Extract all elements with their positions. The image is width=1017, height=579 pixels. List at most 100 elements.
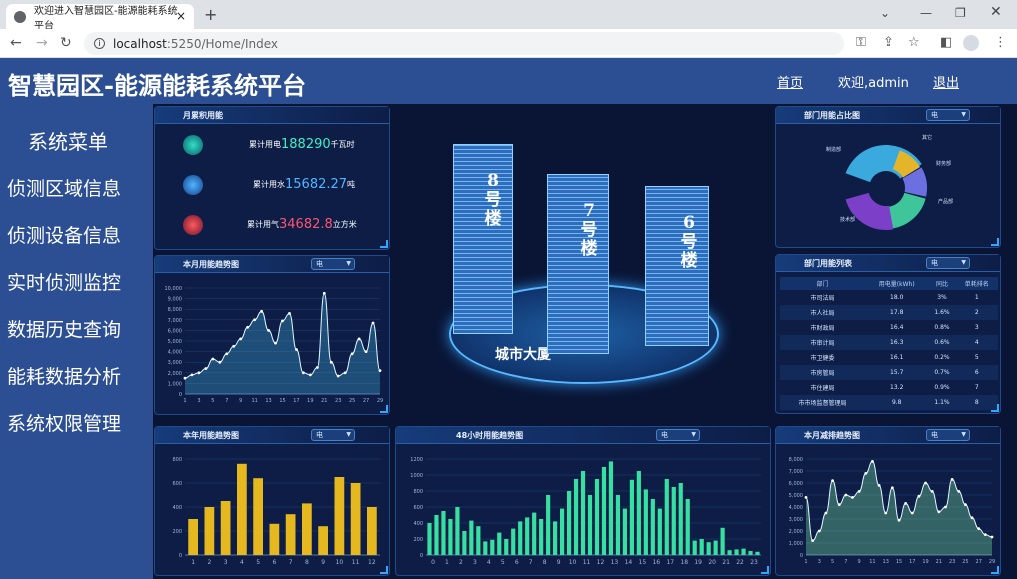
y-tick-label: 5,000 bbox=[789, 493, 803, 499]
sidebar-item-realtime-monitor[interactable]: 实时侦测监控 bbox=[7, 268, 121, 295]
table-cell: 市房管局 bbox=[780, 365, 865, 380]
data-point bbox=[811, 539, 815, 542]
energy-type-select[interactable]: 电 ▼ bbox=[926, 429, 970, 441]
x-tick-label: 12 bbox=[368, 559, 376, 566]
forward-icon[interactable]: → bbox=[36, 35, 48, 51]
tab-list-chevron-icon[interactable]: ⌄ bbox=[880, 6, 890, 20]
col-header: 单耗排名 bbox=[955, 277, 998, 290]
x-tick-label: 14 bbox=[625, 559, 633, 566]
x-tick-label: 6 bbox=[272, 559, 276, 566]
sidebar-item-history-query[interactable]: 数据历史查询 bbox=[7, 315, 121, 342]
x-tick-label: 20 bbox=[708, 559, 716, 566]
tab-close-icon[interactable]: × bbox=[176, 9, 186, 23]
x-tick-label: 5 bbox=[501, 559, 505, 566]
x-tick-label: 15 bbox=[639, 559, 647, 566]
new-tab-icon[interactable]: + bbox=[204, 5, 217, 24]
data-point bbox=[897, 518, 901, 522]
url-path: :5250/Home/Index bbox=[166, 36, 279, 51]
y-tick-label: 600 bbox=[413, 505, 423, 511]
minimize-icon[interactable]: — bbox=[920, 6, 932, 20]
logout-link[interactable]: 退出 bbox=[933, 72, 959, 91]
data-point bbox=[824, 511, 828, 515]
address-bar[interactable]: i localhost:5250/Home/Index bbox=[84, 32, 844, 55]
table-cell: 17.8 bbox=[864, 305, 929, 320]
energy-type-select[interactable]: 电 ▼ bbox=[311, 429, 355, 441]
x-tick-label: 0 bbox=[431, 559, 435, 566]
x-tick-label: 2 bbox=[459, 559, 463, 566]
bar bbox=[685, 499, 690, 555]
data-point bbox=[884, 511, 888, 515]
x-tick-label: 5 bbox=[831, 559, 834, 565]
bar bbox=[497, 532, 502, 555]
x-tick-label: 9 bbox=[321, 559, 325, 566]
bar bbox=[657, 508, 662, 555]
browser-toolbar: ← → ↻ i localhost:5250/Home/Index ⚿ ⇪ ☆ … bbox=[0, 29, 1017, 58]
table-cell: 16.1 bbox=[890, 354, 904, 361]
x-tick-label: 12 bbox=[597, 559, 605, 566]
energy-type-select[interactable]: 电 ▼ bbox=[311, 258, 355, 270]
site-info-icon[interactable]: i bbox=[94, 38, 105, 49]
flame-icon bbox=[183, 214, 203, 235]
data-point bbox=[950, 478, 954, 481]
reload-icon[interactable]: ↻ bbox=[60, 35, 72, 51]
window-close-icon[interactable]: ✕ bbox=[990, 4, 1002, 20]
energy-type-select[interactable]: 电 ▼ bbox=[926, 109, 970, 121]
x-tick-label: 1 bbox=[183, 398, 186, 404]
water-drop-icon bbox=[183, 174, 203, 195]
data-point bbox=[890, 486, 894, 490]
table-cell: 13.2 bbox=[890, 384, 904, 391]
table-cell: 市司法局 bbox=[810, 295, 835, 302]
panel-corner bbox=[380, 566, 388, 574]
table-cell: 4 bbox=[955, 335, 998, 350]
sidebar-item-area-info[interactable]: 侦测区域信息 bbox=[7, 174, 121, 201]
profile-avatar-icon[interactable] bbox=[963, 35, 979, 51]
panel-title: 本月用能趋势图 bbox=[183, 260, 239, 269]
x-tick-label: 13 bbox=[611, 559, 619, 566]
data-point bbox=[281, 319, 284, 323]
table-cell: 1 bbox=[974, 294, 979, 301]
data-point bbox=[295, 348, 298, 351]
energy-type-select[interactable]: 电 ▼ bbox=[926, 257, 970, 269]
table-row: 市人社局 17.8 1.6% 2 bbox=[780, 305, 998, 320]
sidepanel-icon[interactable]: ◧ bbox=[940, 35, 952, 50]
tab-title: 欢迎进入智慧园区-能源能耗系统平台 bbox=[34, 5, 178, 32]
series-area bbox=[806, 461, 992, 555]
key-icon[interactable]: ⚿ bbox=[856, 35, 866, 50]
bar bbox=[671, 487, 676, 555]
bar bbox=[334, 477, 345, 555]
x-tick-label: 4 bbox=[487, 559, 491, 566]
x-tick-label: 9 bbox=[557, 559, 561, 566]
browser-tab[interactable]: 欢迎进入智慧园区-能源能耗系统平台 × bbox=[6, 4, 194, 32]
sidebar-item-device-info[interactable]: 侦测设备信息 bbox=[7, 221, 121, 248]
y-tick-label: 4,000 bbox=[168, 350, 182, 356]
sidebar: 系统菜单 侦测区域信息 侦测设备信息 实时侦测监控 数据历史查询 能耗数据分析 … bbox=[0, 104, 153, 579]
back-icon[interactable]: ← bbox=[10, 35, 22, 51]
share-icon[interactable]: ⇪ bbox=[883, 35, 894, 50]
x-tick-label: 13 bbox=[265, 398, 271, 404]
data-point bbox=[844, 493, 848, 497]
bookmark-star-icon[interactable]: ☆ bbox=[908, 35, 920, 50]
48h-trend-panel: 48小时用能趋势图 电 ▼ 0 200 400 600 800 1000 1200 0 1 2 3 4 5… bbox=[395, 426, 771, 576]
restore-icon[interactable]: ❐ bbox=[955, 6, 966, 20]
tower-6-label: 6号楼 bbox=[680, 213, 698, 271]
sidebar-item-permission[interactable]: 系统权限管理 bbox=[7, 409, 121, 436]
data-point bbox=[910, 511, 914, 515]
x-tick-label: 1 bbox=[191, 559, 195, 566]
data-point bbox=[204, 367, 208, 370]
sidebar-item-energy-analysis[interactable]: 能耗数据分析 bbox=[7, 362, 121, 389]
x-tick-label: 17 bbox=[293, 398, 299, 404]
y-tick-label: 1000 bbox=[410, 473, 423, 479]
donut-label-product: 产品部 bbox=[938, 198, 953, 205]
bar bbox=[664, 479, 669, 555]
donut-label-finance: 财务部 bbox=[936, 160, 951, 167]
bar bbox=[220, 501, 231, 555]
x-tick-label: 13 bbox=[883, 559, 889, 565]
bar bbox=[573, 479, 579, 555]
energy-type-select[interactable]: 电 ▼ bbox=[656, 429, 700, 441]
data-point bbox=[225, 352, 229, 356]
x-tick-label: 3 bbox=[224, 559, 228, 566]
bar bbox=[553, 521, 558, 555]
more-menu-icon[interactable]: ⋮ bbox=[994, 35, 1007, 50]
x-tick-label: 15 bbox=[279, 398, 285, 404]
home-link[interactable]: 首页 bbox=[777, 72, 803, 91]
